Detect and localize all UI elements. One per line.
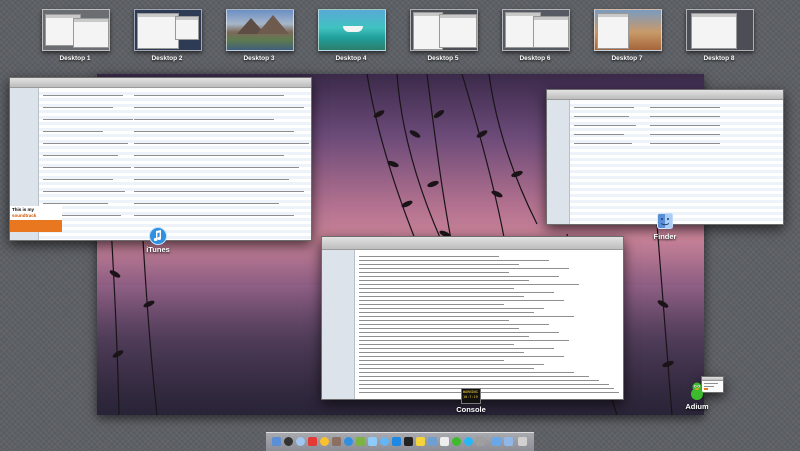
space-desktop-8[interactable]: Desktop 8: [686, 9, 754, 62]
console-log-area: [355, 250, 623, 399]
promo-text-line2: soundtrack: [12, 213, 37, 218]
itunes-label: iTunes: [146, 245, 170, 254]
mail-icon[interactable]: [368, 437, 377, 446]
space-desktop-1[interactable]: Desktop 1: [42, 9, 110, 62]
space-thumbnail[interactable]: [410, 9, 478, 51]
messages-icon[interactable]: [380, 437, 389, 446]
dock: [266, 432, 534, 451]
adium-duck-icon[interactable]: [689, 381, 705, 401]
itunes-promo-banner[interactable]: This is my soundtrack: [10, 206, 62, 232]
promo-text-line1: This is my: [12, 207, 35, 212]
itunes-icon[interactable]: [344, 437, 353, 446]
space-label: Desktop 4: [335, 55, 367, 62]
console-sidebar: [322, 250, 355, 399]
dashboard-icon[interactable]: [284, 437, 293, 446]
adium-icon[interactable]: [452, 437, 461, 446]
finder-icon[interactable]: [657, 213, 673, 229]
trash-icon[interactable]: [518, 437, 527, 446]
skype-icon[interactable]: [464, 437, 473, 446]
photos-icon[interactable]: [356, 437, 365, 446]
space-label: Desktop 3: [243, 55, 275, 62]
space-label: Desktop 8: [703, 55, 735, 62]
itunes-track-list: [39, 89, 311, 240]
window-titlebar[interactable]: [702, 377, 723, 381]
adium-label: Adium: [685, 402, 709, 411]
finder-icon[interactable]: [272, 437, 281, 446]
spaces-bar: Desktop 1 Desktop 2 Desktop 3 Desktop 4 …: [0, 0, 800, 70]
space-label: Desktop 6: [519, 55, 551, 62]
itunes-window[interactable]: This is my soundtrack: [9, 77, 312, 241]
terminal-icon[interactable]: [404, 437, 413, 446]
itunes-icon[interactable]: [149, 227, 167, 245]
folder-icon[interactable]: [504, 437, 513, 446]
space-label: Desktop 7: [611, 55, 643, 62]
space-label: Desktop 2: [151, 55, 183, 62]
space-thumbnail[interactable]: [502, 9, 570, 51]
space-thumbnail[interactable]: [594, 9, 662, 51]
finder-label: Finder: [653, 232, 677, 241]
space-thumbnail[interactable]: [134, 9, 202, 51]
space-label: Desktop 5: [427, 55, 459, 62]
textedit-icon[interactable]: [440, 437, 449, 446]
safari-icon[interactable]: [296, 437, 305, 446]
chrome-icon[interactable]: [320, 437, 329, 446]
finder-window[interactable]: [546, 89, 784, 225]
promo-orange-bar: [10, 220, 62, 232]
space-thumbnail[interactable]: [318, 9, 386, 51]
space-desktop-4[interactable]: Desktop 4: [318, 9, 386, 62]
ical-icon[interactable]: [308, 437, 317, 446]
addressbook-icon[interactable]: [332, 437, 341, 446]
console-window[interactable]: [321, 236, 624, 400]
space-thumbnail[interactable]: [686, 9, 754, 51]
space-desktop-3[interactable]: Desktop 3: [226, 9, 294, 62]
window-titlebar[interactable]: [322, 237, 623, 250]
space-desktop-2[interactable]: Desktop 2: [134, 9, 202, 62]
space-desktop-5[interactable]: Desktop 5: [410, 9, 478, 62]
console-icon[interactable]: [416, 437, 425, 446]
app-store-icon[interactable]: [392, 437, 401, 446]
space-thumbnail[interactable]: [42, 9, 110, 51]
console-icon[interactable]: WARNING 10:7:19: [461, 388, 481, 404]
window-titlebar[interactable]: [547, 90, 783, 100]
space-desktop-7[interactable]: Desktop 7: [594, 9, 662, 62]
downloads-icon[interactable]: [492, 437, 501, 446]
space-desktop-6[interactable]: Desktop 6: [502, 9, 570, 62]
space-label: Desktop 1: [59, 55, 91, 62]
preview-icon[interactable]: [428, 437, 437, 446]
finder-file-list: [570, 101, 783, 224]
preferences-icon[interactable]: [476, 437, 485, 446]
console-label: Console: [456, 405, 486, 414]
space-thumbnail[interactable]: [226, 9, 294, 51]
finder-sidebar: [547, 100, 570, 224]
window-titlebar[interactable]: [10, 78, 311, 88]
